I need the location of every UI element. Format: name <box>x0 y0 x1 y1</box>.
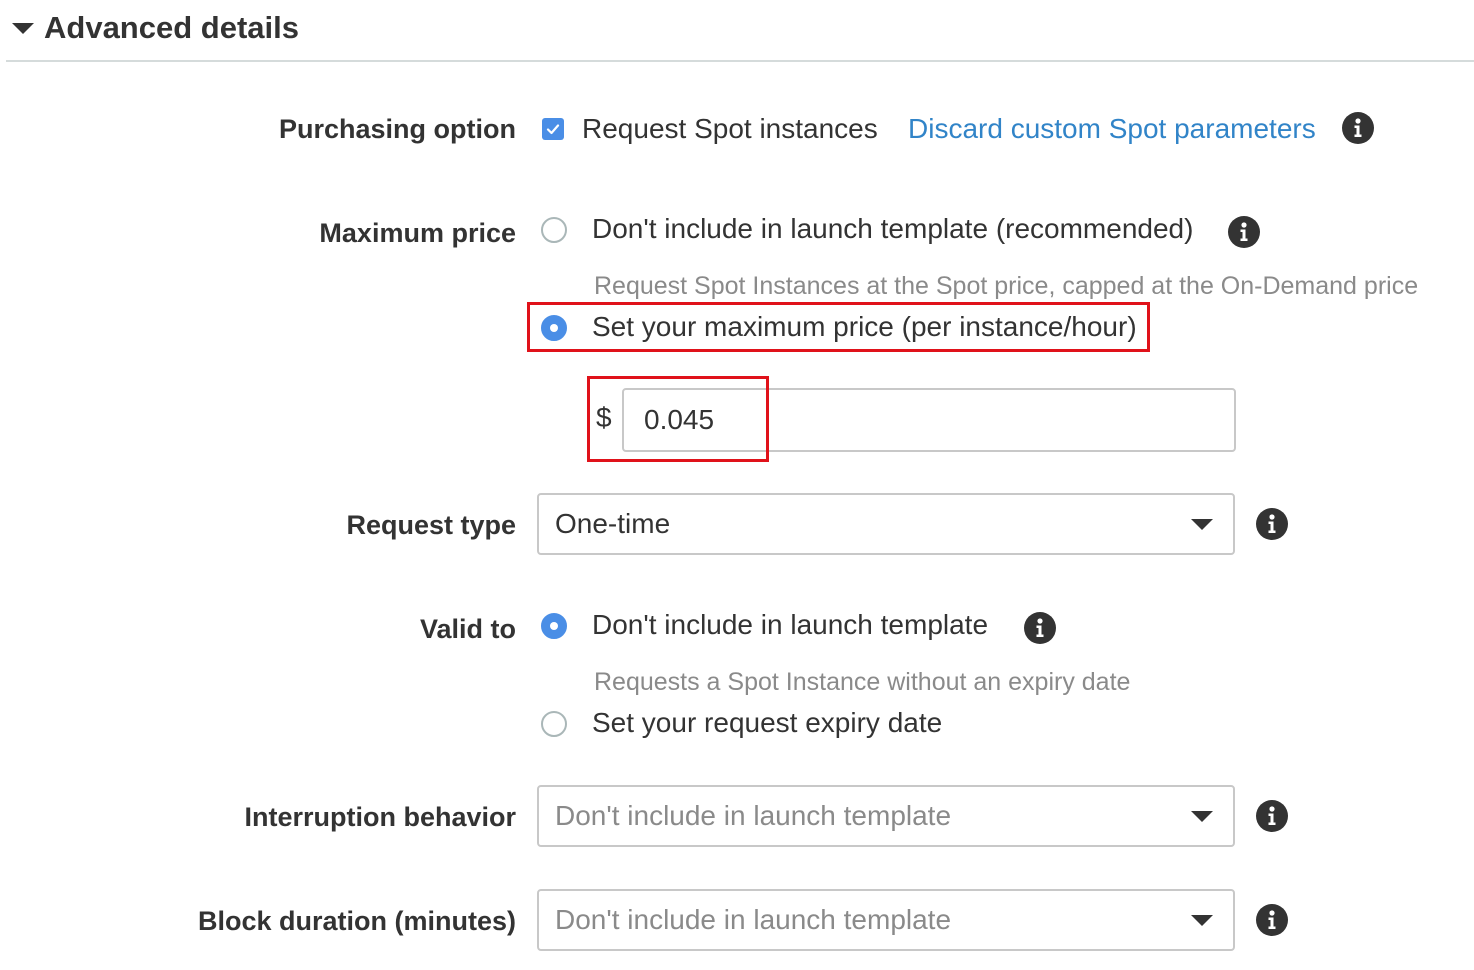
valid-to-expiry-label[interactable]: Set your request expiry date <box>592 706 942 740</box>
caret-down-icon <box>12 22 34 34</box>
valid-to-default-label[interactable]: Don't include in launch template <box>592 608 988 642</box>
info-icon[interactable] <box>1024 612 1056 644</box>
info-icon[interactable] <box>1256 904 1288 936</box>
advanced-details-toggle[interactable]: Advanced details <box>12 8 299 48</box>
info-icon[interactable] <box>1342 112 1374 144</box>
max-price-custom-label[interactable]: Set your maximum price (per instance/hou… <box>592 310 1137 344</box>
block-duration-label: Block duration (minutes) <box>197 906 516 936</box>
info-icon[interactable] <box>1256 800 1288 832</box>
checkmark-icon <box>546 124 560 135</box>
radio-dot <box>550 622 558 630</box>
info-icon[interactable] <box>1228 216 1260 248</box>
purchasing-option-label: Purchasing option <box>278 114 516 144</box>
valid-to-default-description: Requests a Spot Instance without an expi… <box>594 668 1131 696</box>
currency-symbol: $ <box>596 402 612 433</box>
request-spot-label[interactable]: Request Spot instances <box>582 112 878 146</box>
interruption-behavior-value: Don't include in launch template <box>555 800 952 831</box>
chevron-down-icon <box>1191 518 1213 530</box>
valid-to-label: Valid to <box>419 614 516 644</box>
max-price-default-label[interactable]: Don't include in launch template (recomm… <box>592 212 1193 246</box>
request-type-select[interactable]: One-time <box>537 493 1235 555</box>
valid-to-default-radio[interactable] <box>541 613 567 639</box>
max-price-custom-radio[interactable] <box>541 315 567 341</box>
block-duration-select[interactable]: Don't include in launch template <box>537 889 1235 951</box>
interruption-behavior-label: Interruption behavior <box>244 802 516 832</box>
valid-to-expiry-radio[interactable] <box>541 711 567 737</box>
radio-dot <box>550 324 558 332</box>
request-type-label: Request type <box>346 510 516 540</box>
block-duration-value: Don't include in launch template <box>555 904 952 935</box>
interruption-behavior-select[interactable]: Don't include in launch template <box>537 785 1235 847</box>
section-divider <box>6 60 1474 62</box>
chevron-down-icon <box>1191 914 1213 926</box>
max-price-default-description: Request Spot Instances at the Spot price… <box>594 272 1419 300</box>
info-icon[interactable] <box>1256 508 1288 540</box>
max-price-default-radio[interactable] <box>541 217 567 243</box>
section-title: Advanced details <box>44 10 299 45</box>
discard-spot-params-link[interactable]: Discard custom Spot parameters <box>908 112 1316 146</box>
request-spot-checkbox[interactable] <box>542 118 564 140</box>
max-price-input[interactable] <box>622 388 1236 452</box>
maximum-price-label: Maximum price <box>319 218 516 248</box>
request-type-value: One-time <box>555 508 671 539</box>
chevron-down-icon <box>1191 810 1213 822</box>
